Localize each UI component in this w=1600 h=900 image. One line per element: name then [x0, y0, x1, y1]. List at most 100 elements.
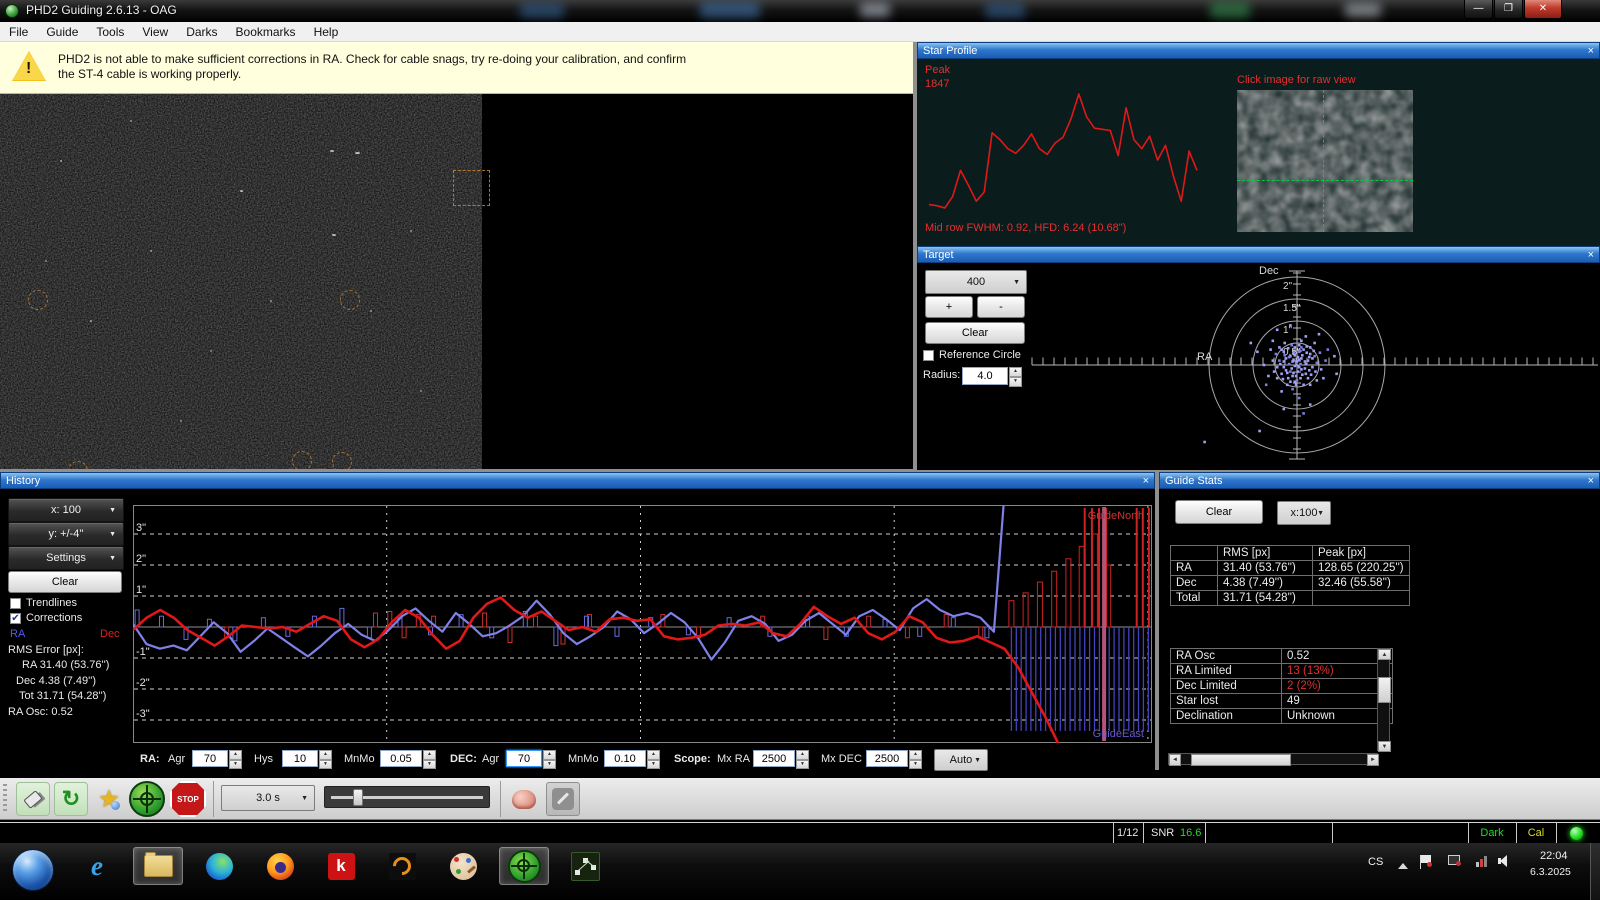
scroll-thumb[interactable]	[1191, 754, 1291, 766]
corrections-checkbox[interactable]: ✔	[10, 613, 21, 624]
spinner-down-icon[interactable]: ▼	[796, 760, 809, 770]
hysteresis-spinner[interactable]: ▲▼	[319, 750, 332, 769]
taskbar-phd2[interactable]	[499, 847, 549, 885]
dec-minmove-spinner[interactable]: ▲▼	[647, 750, 660, 769]
taskbar-firefox[interactable]	[255, 847, 305, 885]
zoom-in-button[interactable]: +	[925, 296, 973, 318]
scroll-thumb[interactable]	[1378, 677, 1391, 703]
spinner-down-icon[interactable]: ▼	[229, 760, 242, 770]
close-pane-icon[interactable]: ×	[1588, 43, 1594, 59]
radius-input[interactable]	[962, 367, 1008, 385]
spinner-up-icon[interactable]: ▲	[229, 750, 242, 760]
target-zoom-select[interactable]: 400▼	[925, 270, 1027, 294]
history-clear-button[interactable]: Clear	[8, 571, 122, 593]
max-dec-spinner[interactable]: ▲▼	[909, 750, 922, 769]
spinner-up-icon[interactable]: ▲	[647, 750, 660, 760]
spinner-up-icon[interactable]: ▲	[909, 750, 922, 760]
close-pane-icon[interactable]: ×	[1143, 473, 1149, 489]
menu-bookmarks[interactable]: Bookmarks	[227, 22, 305, 42]
taskbar-app-graph[interactable]	[560, 847, 610, 885]
connect-equipment-button[interactable]	[16, 782, 50, 816]
spinner-down-icon[interactable]: ▼	[1009, 377, 1022, 387]
taskbar-app-curve[interactable]	[377, 847, 427, 885]
keyboard-layout[interactable]: CS	[1368, 856, 1383, 868]
minimize-button[interactable]: —	[1464, 0, 1493, 19]
scroll-left-icon[interactable]: ◄	[1169, 754, 1181, 766]
history-yscale-select[interactable]: y: +/-4''▼	[8, 522, 124, 546]
max-dec-input[interactable]	[866, 750, 908, 767]
loop-exposures-button[interactable]: ↻	[54, 782, 88, 816]
zoom-out-button[interactable]: -	[977, 296, 1025, 318]
menu-file[interactable]: File	[0, 22, 37, 42]
ra-aggression-spinner[interactable]: ▲▼	[229, 750, 242, 769]
update-tray-icon[interactable]	[1448, 855, 1461, 867]
history-settings-select[interactable]: Settings▼	[8, 546, 124, 570]
spinner-down-icon[interactable]: ▼	[543, 760, 556, 770]
spinner-down-icon[interactable]: ▼	[319, 760, 332, 770]
history-xscale-select[interactable]: x: 100▼	[8, 498, 124, 522]
clock-date[interactable]: 6.3.2025	[1530, 866, 1571, 878]
stats-vscrollbar[interactable]: ▲ ▼	[1377, 648, 1390, 751]
close-button[interactable]: ✕	[1524, 0, 1562, 19]
camera-settings-button[interactable]	[546, 782, 580, 816]
max-ra-spinner[interactable]: ▲▼	[796, 750, 809, 769]
stats-clear-button[interactable]: Clear	[1175, 500, 1263, 524]
stats-hscrollbar[interactable]: ◄ ►	[1168, 753, 1378, 765]
close-pane-icon[interactable]: ×	[1588, 473, 1594, 489]
radius-spinner[interactable]: ▲▼	[1009, 367, 1022, 387]
perf-monitor-icon[interactable]	[1476, 855, 1489, 867]
dec-minmove-input[interactable]	[604, 750, 646, 767]
start-button[interactable]	[12, 849, 54, 891]
star-profile-header[interactable]: Star Profile ×	[917, 42, 1600, 59]
taskbar-internet-explorer[interactable]: e	[72, 847, 122, 885]
menu-guide[interactable]: Guide	[37, 22, 87, 42]
menu-help[interactable]: Help	[305, 22, 348, 42]
scroll-down-icon[interactable]: ▼	[1378, 741, 1391, 752]
start-guiding-button[interactable]	[128, 780, 166, 818]
guide-stats-header[interactable]: Guide Stats ×	[1159, 472, 1600, 489]
spinner-up-icon[interactable]: ▲	[1009, 367, 1022, 377]
scroll-right-icon[interactable]: ►	[1367, 754, 1379, 766]
hysteresis-input[interactable]	[282, 750, 318, 767]
stats-scale-select[interactable]: x:100▼	[1277, 501, 1331, 525]
advanced-settings-button[interactable]	[508, 783, 540, 815]
menu-tools[interactable]: Tools	[87, 22, 133, 42]
toolbar-grip[interactable]	[3, 784, 7, 814]
ra-minmove-spinner[interactable]: ▲▼	[423, 750, 436, 769]
ra-minmove-input[interactable]	[380, 750, 422, 767]
menu-darks[interactable]: Darks	[177, 22, 226, 42]
action-center-flag-icon[interactable]	[1420, 855, 1433, 867]
slider-thumb[interactable]	[353, 789, 363, 806]
mode-select[interactable]: Auto▼	[934, 749, 988, 771]
ra-aggression-input[interactable]	[192, 750, 228, 767]
spinner-down-icon[interactable]: ▼	[647, 760, 660, 770]
dec-aggression-spinner[interactable]: ▲▼	[543, 750, 556, 769]
taskbar-app-k[interactable]: k	[316, 847, 366, 885]
gamma-slider[interactable]	[324, 786, 490, 808]
spinner-down-icon[interactable]: ▼	[909, 760, 922, 770]
taskbar-paint-app[interactable]	[438, 847, 488, 885]
spinner-up-icon[interactable]: ▲	[543, 750, 556, 760]
history-header[interactable]: History ×	[0, 472, 1155, 489]
auto-select-star-button[interactable]: ★	[92, 782, 126, 816]
menu-view[interactable]: View	[133, 22, 177, 42]
raw-star-image[interactable]	[1237, 90, 1413, 232]
trendlines-checkbox[interactable]: ✔	[10, 598, 21, 609]
taskbar-file-explorer[interactable]	[133, 847, 183, 885]
reference-circle-checkbox[interactable]: ✔	[923, 350, 934, 361]
exposure-select[interactable]: 3.0 s▼	[221, 785, 315, 811]
taskbar-edge[interactable]	[194, 847, 244, 885]
hidden-icons-arrow[interactable]	[1398, 863, 1408, 869]
show-desktop-button[interactable]	[1590, 843, 1600, 900]
scroll-up-icon[interactable]: ▲	[1378, 649, 1391, 660]
spinner-up-icon[interactable]: ▲	[796, 750, 809, 760]
spinner-up-icon[interactable]: ▲	[319, 750, 332, 760]
guide-camera-view[interactable]	[0, 94, 913, 470]
stop-button[interactable]: STOP	[170, 781, 206, 817]
max-ra-input[interactable]	[753, 750, 795, 767]
clock-time[interactable]: 22:04	[1540, 850, 1568, 862]
spinner-down-icon[interactable]: ▼	[423, 760, 436, 770]
spinner-up-icon[interactable]: ▲	[423, 750, 436, 760]
target-clear-button[interactable]: Clear	[925, 322, 1025, 344]
volume-icon[interactable]	[1498, 855, 1512, 867]
